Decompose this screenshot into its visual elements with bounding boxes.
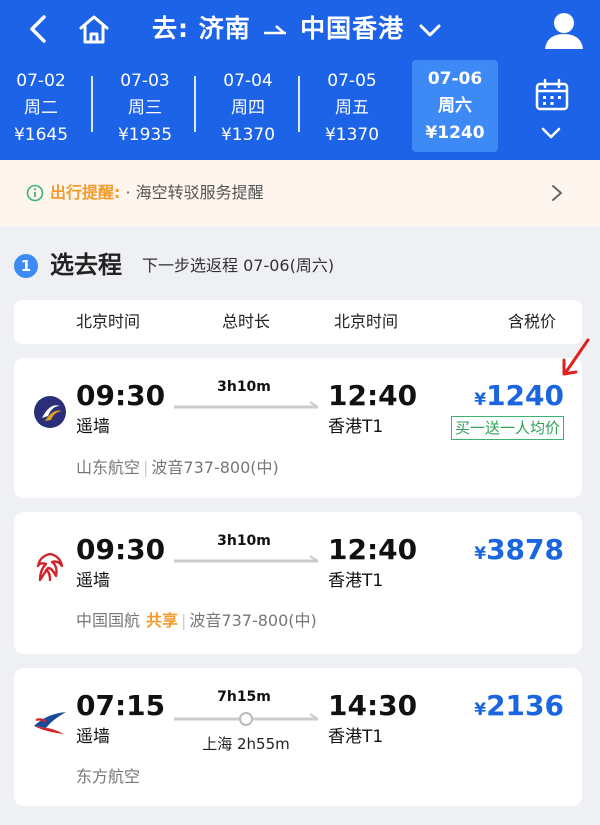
flight-path-with-stop — [174, 712, 319, 726]
stopover-info: 上海 2h55m — [202, 735, 290, 753]
route-arrow-icon — [264, 25, 287, 35]
step-title: 选去程 — [50, 251, 122, 279]
promo-tag: 买一送一人均价 — [450, 416, 564, 440]
arrival-airport: 香港T1 — [328, 571, 384, 591]
flight-duration: 3h10m — [217, 533, 271, 549]
step-subtitle: 下一步选返程 07-06(周六) — [142, 256, 335, 275]
calendar-icon[interactable] — [534, 78, 570, 112]
date-divider — [298, 76, 300, 132]
app-header: 去: 济南 中国香港 07-02 周二 ¥1645 07-03 周三 ¥1935 — [0, 0, 600, 160]
flight-path-line — [174, 401, 319, 409]
departure-time: 09:30 — [76, 379, 166, 412]
date-label: 07-04 — [223, 71, 273, 91]
arrival-time: 14:30 — [328, 689, 418, 722]
codeshare-badge: 共享 — [146, 611, 179, 630]
flight-price: ¥3878 — [474, 534, 564, 570]
weekday-label: 周三 — [128, 98, 162, 118]
weekday-label: 周五 — [335, 98, 369, 118]
column-header-bar: 北京时间 总时长 北京时间 含税价 — [14, 300, 582, 344]
airline-name: 山东航空 — [76, 458, 141, 477]
date-tab-0706-active[interactable]: 07-06 周六 ¥1240 — [412, 60, 498, 152]
notice-body: · 海空转驳服务提醒 — [125, 183, 264, 202]
flight-duration: 7h15m — [217, 689, 271, 705]
departure-time: 07:15 — [76, 689, 166, 722]
weekday-label: 周二 — [24, 98, 58, 118]
flight-card[interactable]: 09:30 遥墙 3h10m 12:40 香港T1 ¥3878 中国国航 共享 | 波… — [14, 512, 582, 654]
currency-symbol: ¥ — [474, 544, 487, 564]
date-label: 07-06 — [427, 69, 483, 89]
origin-city: 济南 — [198, 14, 251, 43]
notice-text: 出行提醒: · 海空转驳服务提醒 — [50, 182, 264, 204]
date-price: ¥1645 — [13, 125, 69, 145]
date-selector: 07-02 周二 ¥1645 07-03 周三 ¥1935 07-04 周四 ¥… — [0, 60, 600, 158]
price-value: 1240 — [486, 379, 564, 412]
date-tab-0703[interactable]: 07-03 周三 ¥1935 — [100, 62, 190, 154]
date-tab-0705[interactable]: 07-05 周五 ¥1370 — [307, 62, 397, 154]
date-tab-0702[interactable]: 07-02 周二 ¥1645 — [0, 62, 86, 154]
air-china-logo-icon — [36, 552, 64, 582]
airline-name: 东方航空 — [76, 767, 141, 786]
departure-airport: 遥墙 — [76, 571, 110, 591]
date-label: 07-05 — [327, 71, 377, 91]
date-price: ¥1240 — [425, 123, 485, 143]
notice-label: 出行提醒: — [50, 183, 121, 202]
date-price: ¥1370 — [324, 125, 380, 145]
top-bar: 去: 济南 中国香港 — [0, 0, 600, 58]
chevron-down-icon[interactable] — [540, 126, 562, 140]
currency-symbol: ¥ — [474, 390, 487, 410]
date-price: ¥1370 — [220, 125, 276, 145]
red-annotation-arrow-icon — [562, 338, 590, 376]
date-label: 07-03 — [120, 71, 170, 91]
col-price: 含税价 — [508, 312, 557, 331]
china-eastern-logo-icon — [34, 712, 66, 734]
date-divider — [194, 76, 196, 132]
flight-card[interactable]: 09:30 遥墙 3h10m 12:40 香港T1 ¥1240 买一送一人均价 … — [14, 358, 582, 498]
price-value: 3878 — [486, 533, 564, 566]
airline-name: 中国国航 — [76, 611, 141, 630]
col-duration: 总时长 — [222, 312, 271, 331]
date-tab-0704[interactable]: 07-04 周四 ¥1370 — [203, 62, 293, 154]
currency-symbol: ¥ — [474, 700, 487, 720]
flight-price: ¥2136 — [474, 690, 564, 726]
shandong-airlines-logo-icon — [34, 396, 66, 428]
weekday-label: 周四 — [231, 98, 265, 118]
home-icon[interactable] — [76, 12, 112, 46]
aircraft-type: 波音737-800(中) — [189, 611, 317, 630]
arrival-time: 12:40 — [328, 533, 418, 566]
departure-time: 09:30 — [76, 533, 166, 566]
col-arrival: 北京时间 — [334, 312, 399, 331]
arrival-airport: 香港T1 — [328, 417, 384, 437]
user-avatar-icon[interactable] — [543, 10, 585, 50]
flight-info: 中国国航 共享 | 波音737-800(中) — [76, 611, 317, 630]
date-price: ¥1935 — [117, 125, 173, 145]
flight-card[interactable]: 07:15 遥墙 7h15m 上海 2h55m 14:30 香港T1 ¥2136… — [14, 668, 582, 806]
departure-airport: 遥墙 — [76, 417, 110, 437]
date-divider — [91, 76, 93, 132]
departure-airport: 遥墙 — [76, 727, 110, 747]
arrival-time: 12:40 — [328, 379, 418, 412]
chevron-right-icon[interactable] — [550, 183, 564, 203]
col-departure: 北京时间 — [76, 312, 141, 331]
back-arrow-icon[interactable] — [24, 12, 56, 46]
step-number-badge: 1 — [14, 254, 38, 278]
flight-info: 东方航空 — [76, 766, 140, 788]
weekday-label: 周六 — [438, 96, 472, 116]
flight-price: ¥1240 — [474, 380, 564, 416]
flight-duration: 3h10m — [217, 379, 271, 395]
price-value: 2136 — [486, 689, 564, 722]
route-title[interactable]: 去: 济南 中国香港 — [152, 12, 442, 46]
flight-path-line — [174, 555, 319, 563]
destination-city: 中国香港 — [300, 14, 405, 43]
flight-info: 山东航空 | 波音737-800(中) — [76, 458, 279, 477]
info-icon — [26, 184, 44, 202]
chevron-down-icon[interactable] — [418, 22, 442, 38]
aircraft-type: 波音737-800(中) — [151, 458, 279, 477]
date-label: 07-02 — [16, 71, 66, 91]
title-prefix: 去: — [152, 14, 189, 43]
arrival-airport: 香港T1 — [328, 727, 384, 747]
